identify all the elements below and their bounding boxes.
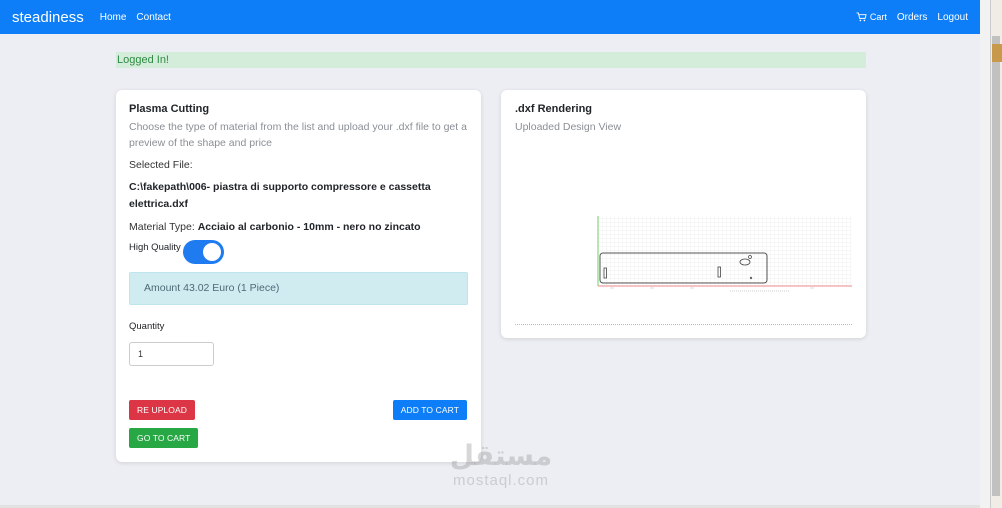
material-type-value: Acciaio al carbonio - 10mm - nero no zin…: [197, 221, 421, 233]
amount-box: Amount 43.02 Euro (1 Piece): [129, 272, 468, 305]
cart-icon: [856, 12, 867, 22]
plasma-card-title: Plasma Cutting: [129, 103, 210, 115]
dxf-preview[interactable]: [590, 214, 854, 294]
selected-file-value: C:\fakepath\006- piastra di supporto com…: [129, 181, 431, 210]
scrollbar-thumb[interactable]: [992, 36, 1000, 496]
nav-cart-link[interactable]: Cart: [856, 12, 887, 22]
re-upload-button[interactable]: RE UPLOAD: [129, 400, 196, 420]
high-quality-toggle[interactable]: [182, 240, 224, 264]
nav-right: Cart Orders Logout: [846, 12, 968, 23]
go-to-cart-button[interactable]: GO TO CART: [129, 428, 199, 448]
quantity-label: Quantity: [129, 321, 165, 332]
watermark-latin: mostaql.com: [452, 472, 550, 489]
high-quality-label: High Quality: [129, 241, 181, 253]
toggle-knob: [202, 243, 221, 261]
watermark-logo: مستقل mostaql.com: [438, 439, 564, 490]
nav-orders-link[interactable]: Orders: [897, 12, 928, 23]
rendering-subtitle: Uploaded Design View: [515, 121, 622, 133]
rendering-card-title: .dxf Rendering: [515, 103, 593, 115]
nav-contact-link[interactable]: Contact: [136, 12, 170, 23]
high-quality-row: High Quality: [129, 240, 468, 264]
rendering-divider: [515, 324, 852, 325]
quantity-input[interactable]: [129, 342, 214, 366]
side-panel-marker: [992, 44, 1002, 62]
nav-cart-label: Cart: [869, 12, 887, 22]
navbar: steadiness Home Contact Cart Orders Logo…: [0, 0, 980, 34]
plasma-description: Choose the type of material from the lis…: [129, 121, 467, 149]
dxf-preview-canvas: [597, 216, 852, 292]
brand-link[interactable]: steadiness: [12, 9, 84, 26]
browser-scrollbar[interactable]: [990, 0, 1002, 508]
plasma-cutting-card: Plasma Cutting Choose the type of materi…: [116, 90, 481, 462]
nav-home-link[interactable]: Home: [100, 12, 127, 23]
selected-file-label: Selected File:: [129, 159, 193, 171]
material-type-label: Material Type:: [129, 221, 195, 233]
login-alert: Logged In!: [116, 52, 866, 68]
add-to-cart-button[interactable]: ADD TO CART: [392, 400, 467, 420]
page-gutter: [980, 0, 990, 508]
material-type-row: Material Type: Acciaio al carbonio - 10m…: [129, 219, 468, 236]
dxf-rendering-card: .dxf Rendering Uploaded Design View: [501, 90, 866, 338]
nav-logout-link[interactable]: Logout: [937, 12, 968, 23]
watermark-arabic: مستقل: [449, 439, 553, 472]
